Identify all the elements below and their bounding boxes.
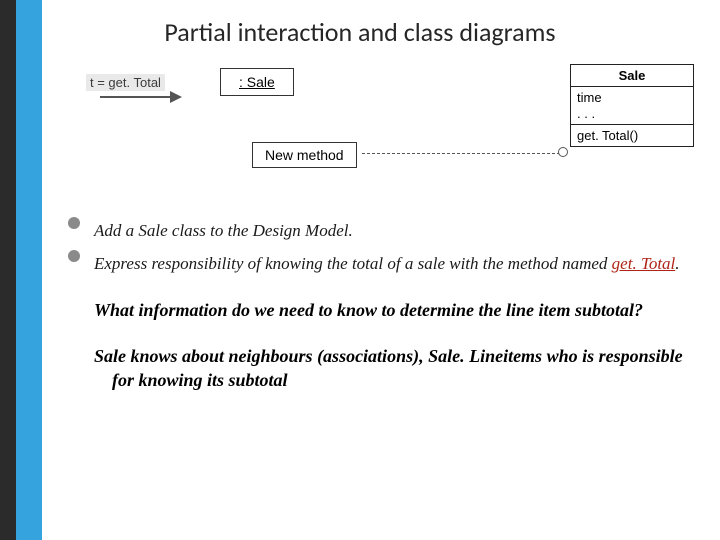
slide-title: Partial interaction and class diagrams (0, 16, 720, 48)
class-attributes: time . . . (571, 87, 693, 125)
sidebar-stripe-dark (0, 0, 16, 540)
bullet-text-suffix: . (675, 254, 679, 273)
sidebar-stripe-white (42, 0, 46, 540)
sequence-object-text: : Sale (239, 74, 275, 90)
bullet-item: Add a Sale class to the Design Model. (66, 220, 686, 243)
body-paragraph-answer: Sale knows about neighbours (association… (94, 344, 686, 393)
bullet-text-emphasis: get. Total (612, 254, 676, 273)
bullet-item: Express responsibility of knowing the to… (66, 253, 686, 276)
slide: Partial interaction and class diagrams t… (0, 0, 720, 540)
sidebar-stripe-blue (16, 0, 42, 540)
sequence-object-box: : Sale (220, 68, 294, 96)
uml-diagram: t = get. Total : Sale New method Sale ti… (60, 64, 700, 194)
body-paragraph-question: What information do we need to know to d… (94, 298, 686, 322)
note-anchor-end-icon (558, 147, 568, 157)
class-name: Sale (571, 65, 693, 87)
note-box: New method (252, 142, 357, 168)
bullet-text-prefix: Express responsibility of knowing the to… (94, 254, 612, 273)
bullet-text: Add a Sale class to the Design Model. (94, 221, 353, 240)
note-anchor-line (362, 153, 560, 154)
class-operations: get. Total() (571, 125, 693, 146)
slide-body: Add a Sale class to the Design Model. Ex… (66, 210, 686, 393)
sequence-call-label: t = get. Total (86, 74, 165, 91)
class-box: Sale time . . . get. Total() (570, 64, 694, 147)
arrow-icon (100, 96, 180, 98)
